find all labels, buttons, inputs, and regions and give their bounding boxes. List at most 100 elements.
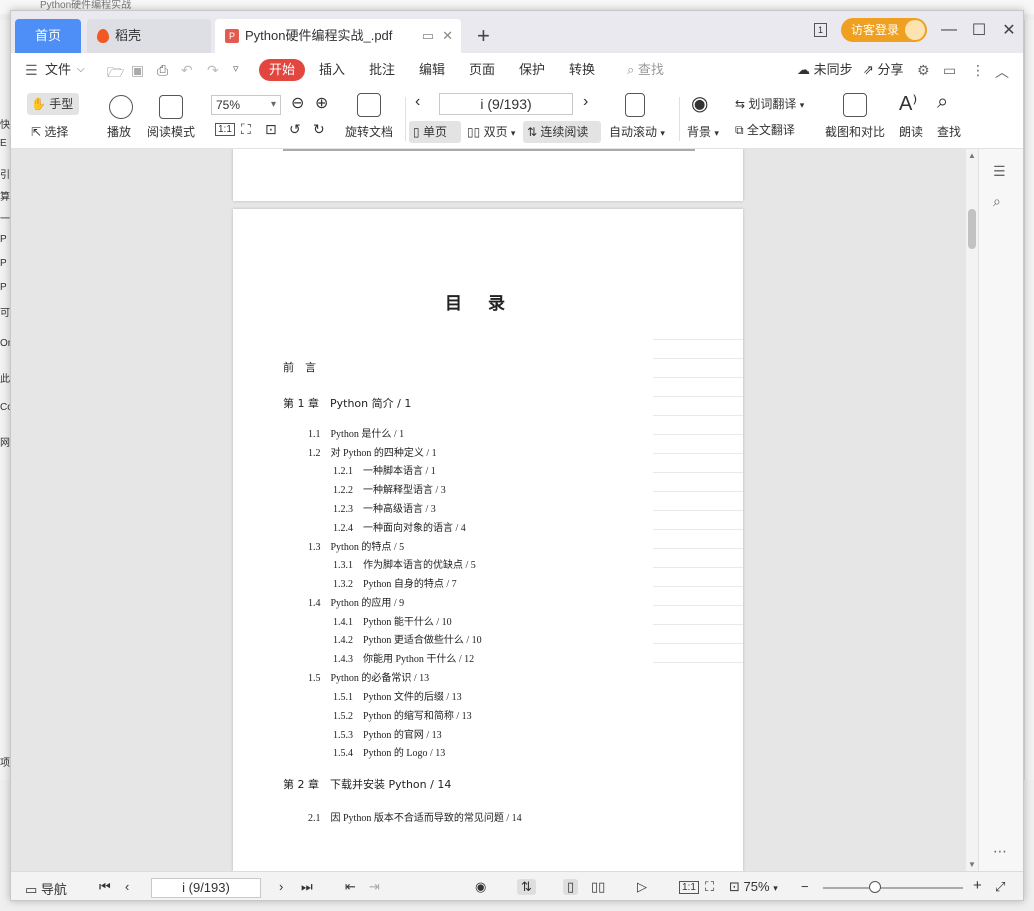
toc-subsection[interactable]: 1.3.2 Python 自身的特点 / 7 [333, 575, 457, 590]
toc-section[interactable]: 1.2 对 Python 的四种定义 / 1 [308, 444, 437, 459]
toc-chapter[interactable]: 前 言 [283, 359, 316, 375]
tab-home[interactable]: 首页 [15, 19, 81, 53]
toc-subsection[interactable]: 1.2.3 一种高级语言 / 3 [333, 500, 436, 515]
first-page-icon[interactable]: ⏮ [99, 879, 111, 895]
settings-gear-icon[interactable]: ⚙ [917, 62, 930, 79]
collapse-ribbon-icon[interactable]: ︿ [995, 62, 1009, 82]
toc-section[interactable]: 1.1 Python 是什么 / 1 [308, 425, 404, 440]
toc-subsection[interactable]: 1.3.1 作为脚本语言的优缺点 / 5 [333, 556, 476, 571]
panel-more-icon[interactable]: ⋯ [993, 843, 1007, 860]
word-translate-button[interactable]: ⇆ 划词翻译 ▾ [735, 95, 804, 112]
select-tool-button[interactable]: ⇱ 选择 [31, 121, 68, 143]
toc-subsection[interactable]: 1.5.3 Python 的官网 / 13 [333, 726, 442, 741]
crop-compare-label[interactable]: 截图和对比 [825, 123, 885, 140]
hand-tool-button[interactable]: ✋ 手型 [27, 93, 79, 115]
menu-file[interactable]: 文件 [45, 53, 71, 87]
page-number-input[interactable]: i (9/193) [439, 93, 573, 115]
tab-daoke[interactable]: 稻壳 [87, 19, 211, 53]
fullscreen-icon[interactable]: ⤢ [995, 879, 1005, 895]
redo-icon[interactable]: ↷ [207, 62, 219, 79]
crop-compare-icon[interactable] [843, 93, 867, 117]
next-page-icon[interactable]: › [583, 93, 588, 111]
find-label[interactable]: 查找 [937, 123, 961, 140]
new-tab-button[interactable]: + [477, 19, 490, 53]
auto-scroll-button[interactable]: 自动滚动 ▾ [609, 123, 665, 140]
quick-access-more-icon[interactable]: ▿ [233, 62, 239, 75]
sb-zoom-out-icon[interactable]: − [801, 879, 809, 894]
zoom-slider[interactable] [823, 881, 963, 893]
eye-icon[interactable]: ◉ [691, 91, 708, 116]
read-aloud-icon[interactable]: A⁾ [899, 91, 917, 116]
vertical-scrollbar[interactable]: ▲ ▼ [966, 149, 978, 871]
rotate-left-icon[interactable]: ↺ [289, 121, 301, 138]
menu-search[interactable]: ⌕ 查找 [627, 53, 664, 87]
sb-zoom-select[interactable]: ⊡ 75% ▾ [729, 879, 778, 895]
toc-subsection[interactable]: 1.4.1 Python 能干什么 / 10 [333, 613, 452, 628]
toc-section[interactable]: 1.4 Python 的应用 / 9 [308, 594, 404, 609]
full-translate-button[interactable]: ⧉ 全文翻译 [735, 121, 795, 138]
last-page-icon[interactable]: ⏭ [301, 879, 313, 895]
minimize-icon[interactable]: — [941, 21, 957, 39]
print-icon[interactable]: ⎙ [157, 62, 168, 79]
toc-subsection[interactable]: 1.4.2 Python 更适合做些什么 / 10 [333, 631, 482, 646]
sb-single-page-icon[interactable]: ▯ [563, 879, 579, 895]
window-close-icon[interactable]: ✕ [1001, 20, 1017, 40]
play-icon[interactable] [109, 95, 133, 119]
tab-close-icon[interactable]: ✕ [442, 19, 453, 53]
sb-eye-icon[interactable]: ◉ [475, 879, 486, 895]
comment-icon[interactable]: ▭ [943, 62, 956, 79]
fit-width-icon[interactable]: ⊡ [265, 121, 277, 138]
forward-icon[interactable]: ⇥ [369, 879, 380, 895]
actual-size-icon[interactable]: 1:1 [215, 123, 235, 136]
toc-subsection[interactable]: 1.2.1 一种脚本语言 / 1 [333, 462, 436, 477]
menu-convert[interactable]: 转换 [569, 53, 595, 87]
toc-chapter[interactable]: 第 1 章 Python 简介 / 1 [283, 395, 411, 411]
hamburger-icon[interactable]: ☰ [25, 62, 38, 79]
scroll-up-icon[interactable]: ▲ [968, 151, 976, 160]
toc-subsection[interactable]: 1.2.4 一种面向对象的语言 / 4 [333, 519, 466, 534]
toc-subsection[interactable]: 1.5.2 Python 的缩写和简称 / 13 [333, 707, 472, 722]
sb-page-input[interactable]: i (9/193) [151, 878, 261, 898]
more-vertical-icon[interactable]: ⋮ [971, 62, 985, 79]
zoom-in-icon[interactable]: ⊕ [315, 93, 328, 113]
read-aloud-label[interactable]: 朗读 [899, 123, 923, 140]
double-page-button[interactable]: ▯▯ 双页 ▾ [467, 121, 515, 143]
sync-status[interactable]: ☁ 未同步 [797, 53, 853, 87]
auto-scroll-icon[interactable] [625, 93, 645, 117]
rotate-document-icon[interactable] [357, 93, 381, 117]
prev-page-icon[interactable]: ‹ [415, 93, 420, 111]
sb-prev-page-icon[interactable]: ‹ [125, 879, 129, 894]
guest-login-button[interactable]: 访客登录 [840, 18, 927, 42]
sb-next-page-icon[interactable]: › [279, 879, 283, 894]
single-page-button[interactable]: ▯ 单页 [409, 121, 461, 143]
background-button[interactable]: 背景 ▾ [687, 123, 719, 140]
menu-annotate[interactable]: 批注 [369, 53, 395, 87]
rotate-document-label[interactable]: 旋转文档 [345, 123, 393, 140]
toc-subsection[interactable]: 1.2.2 一种解释型语言 / 3 [333, 481, 446, 496]
toc-subsection[interactable]: 1.4.3 你能用 Python 干什么 / 12 [333, 650, 474, 665]
undo-icon[interactable]: ↶ [181, 62, 193, 79]
read-mode-icon[interactable] [159, 95, 183, 119]
read-mode-label[interactable]: 阅读模式 [147, 123, 195, 140]
menu-insert[interactable]: 插入 [319, 53, 345, 87]
panel-search-icon[interactable]: ⌕ [993, 193, 1001, 210]
workspace-count-icon[interactable]: 1 [813, 23, 827, 37]
toc-chapter[interactable]: 第 2 章 下载并安装 Python / 14 [283, 776, 451, 792]
tab-document[interactable]: P Python硬件编程实战_.pdf ▭ ✕ [215, 19, 461, 53]
menu-protect[interactable]: 保护 [519, 53, 545, 87]
zoom-select[interactable]: 75% [211, 95, 281, 115]
sb-continuous-icon[interactable]: ⇅ [517, 879, 536, 895]
tab-pin-icon[interactable]: ▭ [422, 19, 434, 53]
play-label[interactable]: 播放 [107, 123, 131, 140]
save-icon[interactable]: ▣ [131, 62, 144, 79]
sb-double-page-icon[interactable]: ▯▯ [591, 879, 605, 895]
scroll-down-icon[interactable]: ▼ [968, 860, 976, 869]
share-button[interactable]: ⇗ 分享 [863, 53, 904, 87]
fit-page-icon[interactable]: ⛶ [241, 121, 251, 138]
open-folder-icon[interactable]: 🗁 [107, 62, 124, 86]
zoom-slider-knob[interactable] [869, 881, 881, 893]
toc-section[interactable]: 2.1 因 Python 版本不合适而导致的常见问题 / 14 [308, 809, 522, 824]
menu-start[interactable]: 开始 [259, 59, 306, 81]
chevron-down-icon[interactable]: ⌵ [77, 64, 85, 75]
navigation-button[interactable]: ▭ 导航 [25, 879, 67, 898]
